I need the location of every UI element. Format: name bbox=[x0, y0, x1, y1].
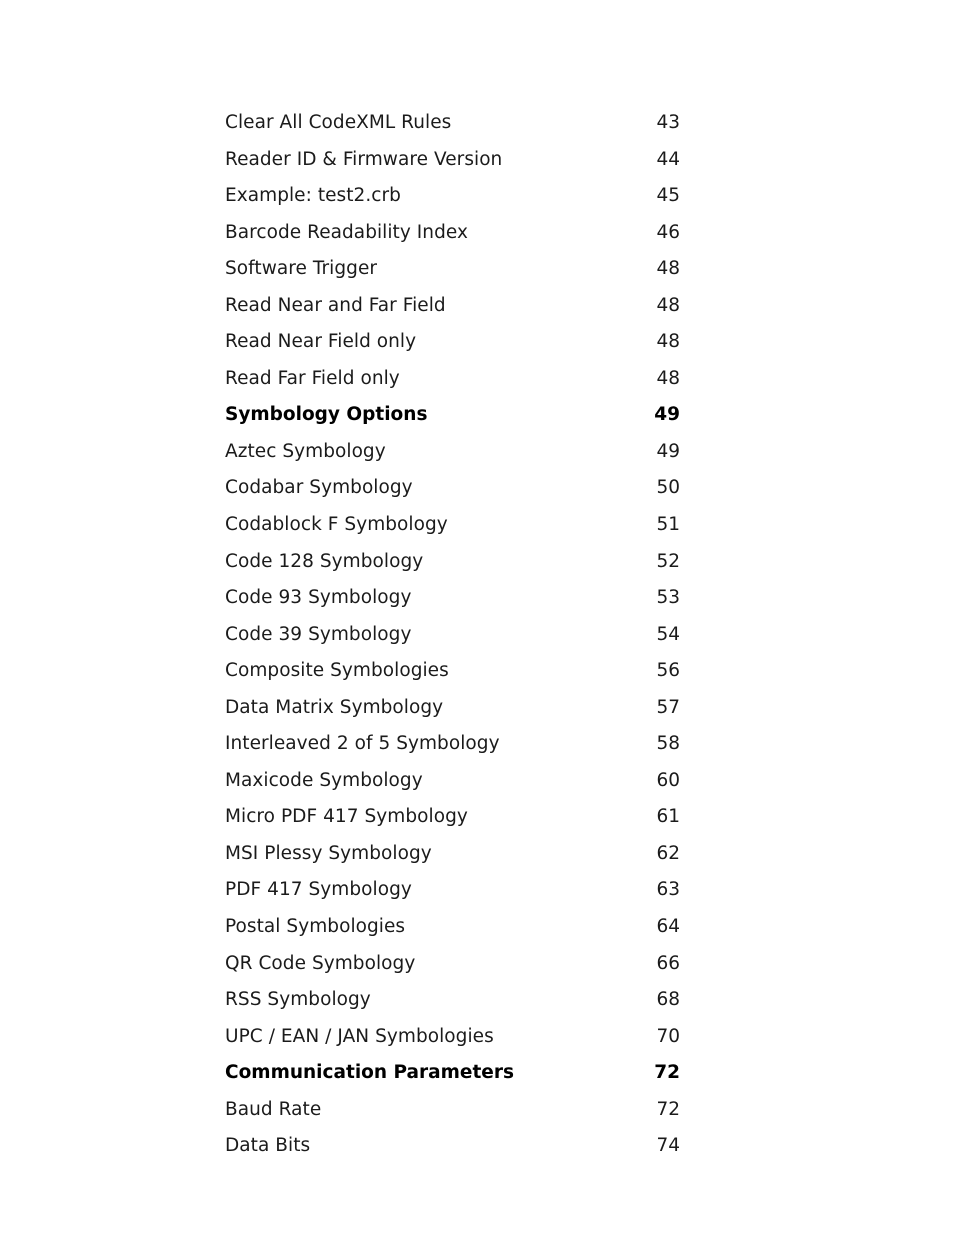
toc-entry-page-number: 52 bbox=[656, 550, 680, 572]
toc-entry-title: RSS Symbology bbox=[225, 989, 371, 1011]
toc-entry-title: Micro PDF 417 Symbology bbox=[225, 806, 468, 828]
toc-entry-title: Barcode Readability Index bbox=[225, 221, 468, 243]
toc-entry[interactable]: Data Bits 74 bbox=[225, 1128, 680, 1165]
toc-entry-title: Data Matrix Symbology bbox=[225, 696, 444, 718]
toc-entry[interactable]: Code 39 Symbology 54 bbox=[225, 617, 680, 654]
toc-entry-title: Aztec Symbology bbox=[225, 440, 386, 462]
toc-entry[interactable]: Barcode Readability Index 46 bbox=[225, 215, 680, 252]
toc-entry[interactable]: MSI Plessy Symbology 62 bbox=[225, 836, 680, 873]
toc-entry-page-number: 43 bbox=[656, 112, 680, 133]
toc-entry-title: UPC / EAN / JAN Symbologies bbox=[225, 1025, 494, 1047]
toc-entry[interactable]: Baud Rate 72 bbox=[225, 1092, 680, 1129]
toc-entry-page-number: 53 bbox=[656, 587, 680, 609]
toc-entry-title: Code 39 Symbology bbox=[225, 623, 412, 645]
toc-entry-page-number: 66 bbox=[656, 952, 680, 974]
toc-entry[interactable]: Read Near Field only 48 bbox=[225, 324, 680, 361]
toc-entry-page-number: 50 bbox=[656, 477, 680, 499]
toc-entry[interactable]: Code 93 Symbology 53 bbox=[225, 580, 680, 617]
toc-entry-page-number: 61 bbox=[656, 806, 680, 828]
toc-entry-page-number: 49 bbox=[656, 440, 680, 462]
toc-entry[interactable]: Read Far Field only 48 bbox=[225, 361, 680, 398]
toc-entry[interactable]: PDF 417 Symbology 63 bbox=[225, 872, 680, 909]
toc-entry-page-number: 48 bbox=[656, 331, 680, 353]
toc-entry-title: Interleaved 2 of 5 Symbology bbox=[225, 733, 500, 755]
toc-entry-title: Read Far Field only bbox=[225, 367, 400, 389]
toc-entry-title: Postal Symbologies bbox=[225, 916, 406, 938]
toc-entry-page-number: 45 bbox=[656, 185, 680, 207]
toc-entry[interactable]: Interleaved 2 of 5 Symbology 58 bbox=[225, 726, 680, 763]
toc-entry[interactable]: Composite Symbologies 56 bbox=[225, 653, 680, 690]
toc-entry-title: Composite Symbologies bbox=[225, 660, 449, 682]
toc-entry-page-number: 44 bbox=[656, 148, 680, 170]
table-of-contents: Clear All CodeXML Rules 43 Reader ID & Fir… bbox=[225, 105, 680, 1165]
toc-entry-page-number: 51 bbox=[656, 514, 680, 536]
toc-entry-title: Read Near Field only bbox=[225, 331, 417, 353]
toc-entry[interactable]: QR Code Symbology 66 bbox=[225, 946, 680, 983]
toc-entry-title: Codabar Symbology bbox=[225, 477, 413, 499]
toc-entry[interactable]: Aztec Symbology 49 bbox=[225, 434, 680, 471]
toc-entry-page-number: 72 bbox=[654, 1062, 680, 1084]
toc-entry-page-number: 56 bbox=[656, 660, 680, 682]
toc-entry[interactable]: Reader ID & Firmware Version 44 bbox=[225, 142, 680, 179]
toc-entry-title: Code 93 Symbology bbox=[225, 587, 412, 609]
toc-entry[interactable]: Micro PDF 417 Symbology 61 bbox=[225, 799, 680, 836]
toc-entry[interactable]: Read Near and Far Field 48 bbox=[225, 288, 680, 325]
toc-entry-page-number: 62 bbox=[656, 842, 680, 864]
toc-entry-title: Data Bits bbox=[225, 1135, 311, 1157]
toc-entry-title: Maxicode Symbology bbox=[225, 769, 423, 791]
toc-entry[interactable]: Codablock F Symbology 51 bbox=[225, 507, 680, 544]
toc-entry-title: Reader ID & Firmware Version bbox=[225, 148, 503, 170]
toc-entry-page-number: 60 bbox=[656, 769, 680, 791]
toc-entry-page-number: 57 bbox=[656, 696, 680, 718]
toc-entry-page-number: 68 bbox=[656, 989, 680, 1011]
toc-entry[interactable]: Example: test2.crb 45 bbox=[225, 178, 680, 215]
toc-entry[interactable]: RSS Symbology 68 bbox=[225, 982, 680, 1019]
toc-entry-page-number: 58 bbox=[656, 733, 680, 755]
toc-entry-page-number: 49 bbox=[654, 404, 680, 426]
toc-entry-page-number: 54 bbox=[656, 623, 680, 645]
toc-entry-title: MSI Plessy Symbology bbox=[225, 842, 432, 864]
toc-entry[interactable]: Postal Symbologies 64 bbox=[225, 909, 680, 946]
toc-entry-title: Codablock F Symbology bbox=[225, 514, 448, 536]
toc-entry[interactable]: Clear All CodeXML Rules 43 bbox=[225, 105, 680, 142]
toc-entry-page-number: 74 bbox=[656, 1135, 680, 1157]
toc-entry[interactable]: Maxicode Symbology 60 bbox=[225, 763, 680, 800]
toc-entry[interactable]: Codabar Symbology 50 bbox=[225, 470, 680, 507]
toc-entry[interactable]: Code 128 Symbology 52 bbox=[225, 544, 680, 581]
document-page: Clear All CodeXML Rules 43 Reader ID & Fir… bbox=[0, 0, 954, 1235]
toc-entry-page-number: 72 bbox=[656, 1098, 680, 1120]
toc-entry-title: Software Trigger bbox=[225, 258, 378, 280]
toc-entry-page-number: 46 bbox=[656, 221, 680, 243]
toc-entry[interactable]: Data Matrix Symbology 57 bbox=[225, 690, 680, 727]
toc-entry[interactable]: UPC / EAN / JAN Symbologies 70 bbox=[225, 1019, 680, 1056]
toc-entry-title: Read Near and Far Field bbox=[225, 294, 446, 316]
toc-entry-page-number: 48 bbox=[656, 367, 680, 389]
toc-section-entry[interactable]: Symbology Options 49 bbox=[225, 397, 680, 434]
toc-entry-title: QR Code Symbology bbox=[225, 952, 416, 974]
toc-entry[interactable]: Software Trigger 48 bbox=[225, 251, 680, 288]
toc-entry-page-number: 48 bbox=[656, 294, 680, 316]
toc-entry-page-number: 70 bbox=[656, 1025, 680, 1047]
toc-entry-title: Example: test2.crb bbox=[225, 185, 401, 207]
toc-entry-title: PDF 417 Symbology bbox=[225, 879, 412, 901]
toc-entry-title: Symbology Options bbox=[225, 404, 428, 426]
toc-entry-title: Clear All CodeXML Rules bbox=[225, 112, 452, 133]
toc-entry-title: Communication Parameters bbox=[225, 1062, 514, 1084]
toc-entry-page-number: 48 bbox=[656, 258, 680, 280]
toc-section-entry[interactable]: Communication Parameters 72 bbox=[225, 1055, 680, 1092]
toc-entry-title: Code 128 Symbology bbox=[225, 550, 424, 572]
toc-entry-title: Baud Rate bbox=[225, 1098, 322, 1120]
toc-entry-page-number: 63 bbox=[656, 879, 680, 901]
toc-entry-page-number: 64 bbox=[656, 916, 680, 938]
